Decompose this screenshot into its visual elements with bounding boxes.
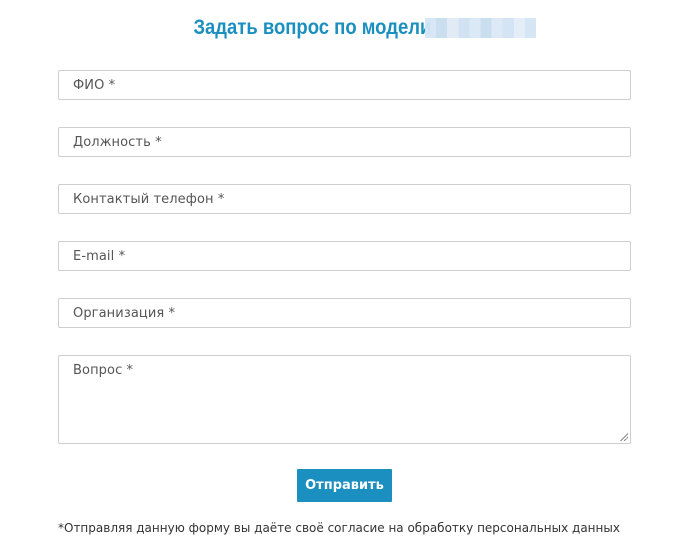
- organization-field[interactable]: Организация *: [58, 298, 631, 328]
- submit-button[interactable]: Отправить: [297, 469, 392, 502]
- form-title-text: Задать вопрос по модели: [193, 16, 432, 40]
- question-placeholder: Вопрос *: [73, 363, 134, 378]
- phone-field[interactable]: Контактый телефон *: [58, 184, 631, 214]
- organization-placeholder: Организация *: [73, 306, 176, 321]
- position-placeholder: Должность *: [73, 135, 162, 150]
- full-name-field[interactable]: ФИО *: [58, 70, 631, 100]
- full-name-placeholder: ФИО *: [73, 78, 116, 93]
- question-textarea[interactable]: Вопрос *: [58, 355, 631, 444]
- email-placeholder: E-mail *: [73, 249, 126, 264]
- phone-placeholder: Контактый телефон *: [73, 192, 225, 207]
- resize-handle-icon[interactable]: [619, 432, 628, 441]
- position-field[interactable]: Должность *: [58, 127, 631, 157]
- consent-notice: *Отправляя данную форму вы даёте своё со…: [58, 521, 620, 535]
- question-form-page: Задать вопрос по модели ФИО * Должность …: [0, 0, 697, 558]
- form-title: Задать вопрос по модели: [0, 14, 697, 42]
- redacted-model-name: [425, 18, 537, 39]
- email-field[interactable]: E-mail *: [58, 241, 631, 271]
